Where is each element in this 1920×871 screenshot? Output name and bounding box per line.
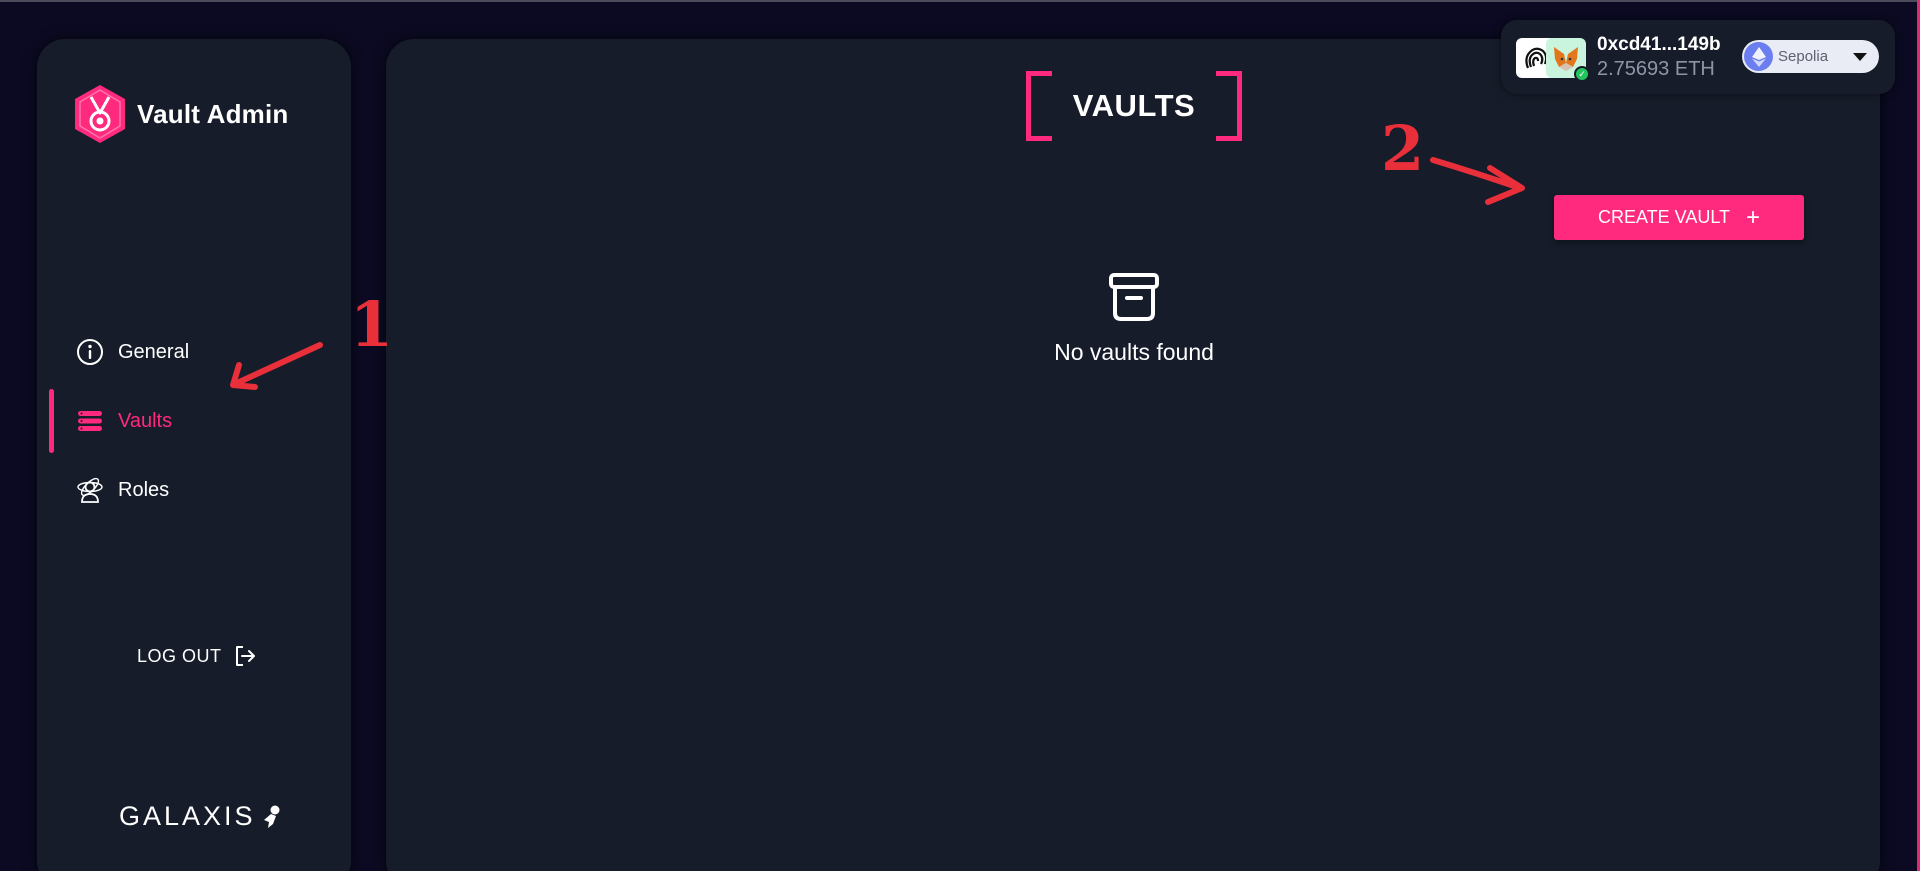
- annotation-arrow-2-icon: [1430, 157, 1525, 205]
- annotation-number-1: 1: [350, 288, 394, 361]
- page-title: VAULTS: [1072, 88, 1196, 123]
- sidebar-item-label: Vaults: [118, 409, 173, 432]
- archive-box-icon: [1109, 273, 1159, 321]
- brand[interactable]: Vault Admin: [71, 83, 288, 145]
- create-vault-button[interactable]: CREATE VAULT +: [1554, 195, 1804, 240]
- window-top-border: [0, 0, 1920, 2]
- annotation-number-2: 2: [1381, 112, 1425, 185]
- wallet-balance: 2.75693 ETH: [1597, 58, 1715, 80]
- sidebar-item-vaults[interactable]: Vaults: [37, 389, 351, 453]
- info-circle-icon: [75, 337, 105, 367]
- galaxis-wordmark: GALAXIS: [119, 801, 256, 831]
- empty-state: No vaults found: [946, 269, 1322, 366]
- title-bracket-right: [1216, 71, 1242, 141]
- page-title-frame: VAULTS: [1026, 71, 1242, 141]
- vault-admin-logo-icon: [75, 85, 125, 143]
- sidebar-item-label: Roles: [118, 478, 170, 501]
- empty-state-text: No vaults found: [1054, 339, 1214, 365]
- sidebar: Vault Admin General Vaults Roles LOG OUT…: [37, 39, 351, 871]
- galaxis-logo: GALAXIS: [119, 801, 282, 832]
- roles-icon: [75, 475, 105, 505]
- logout-label: LOG OUT: [137, 645, 222, 666]
- wallet-address: 0xcd41...149b: [1597, 34, 1721, 55]
- server-stack-icon: [75, 406, 105, 436]
- sidebar-item-roles[interactable]: Roles: [37, 458, 351, 522]
- title-bracket-left: [1026, 71, 1052, 141]
- network-select[interactable]: Sepolia: [1742, 40, 1879, 73]
- logout-icon: [235, 646, 255, 666]
- wallet-widget[interactable]: ✓ 0xcd41...149b 2.75693 ETH Sepolia: [1501, 20, 1895, 94]
- create-vault-label: CREATE VAULT: [1597, 207, 1730, 227]
- verified-check-icon: ✓: [1574, 66, 1590, 82]
- brand-name: Vault Admin: [137, 98, 289, 129]
- chevron-down-icon: [1853, 52, 1867, 61]
- ethereum-icon: [1744, 42, 1773, 71]
- wallet-avatars: ✓: [1516, 38, 1590, 82]
- astronaut-mascot-icon: [263, 805, 280, 828]
- logout-button[interactable]: LOG OUT: [137, 643, 258, 669]
- annotation-arrow-1-icon: [230, 342, 323, 390]
- main-panel: VAULTS CREATE VAULT + No vaults found: [386, 39, 1880, 871]
- plus-icon: +: [1746, 203, 1761, 231]
- sidebar-item-label: General: [118, 340, 190, 363]
- network-label: Sepolia: [1778, 48, 1829, 65]
